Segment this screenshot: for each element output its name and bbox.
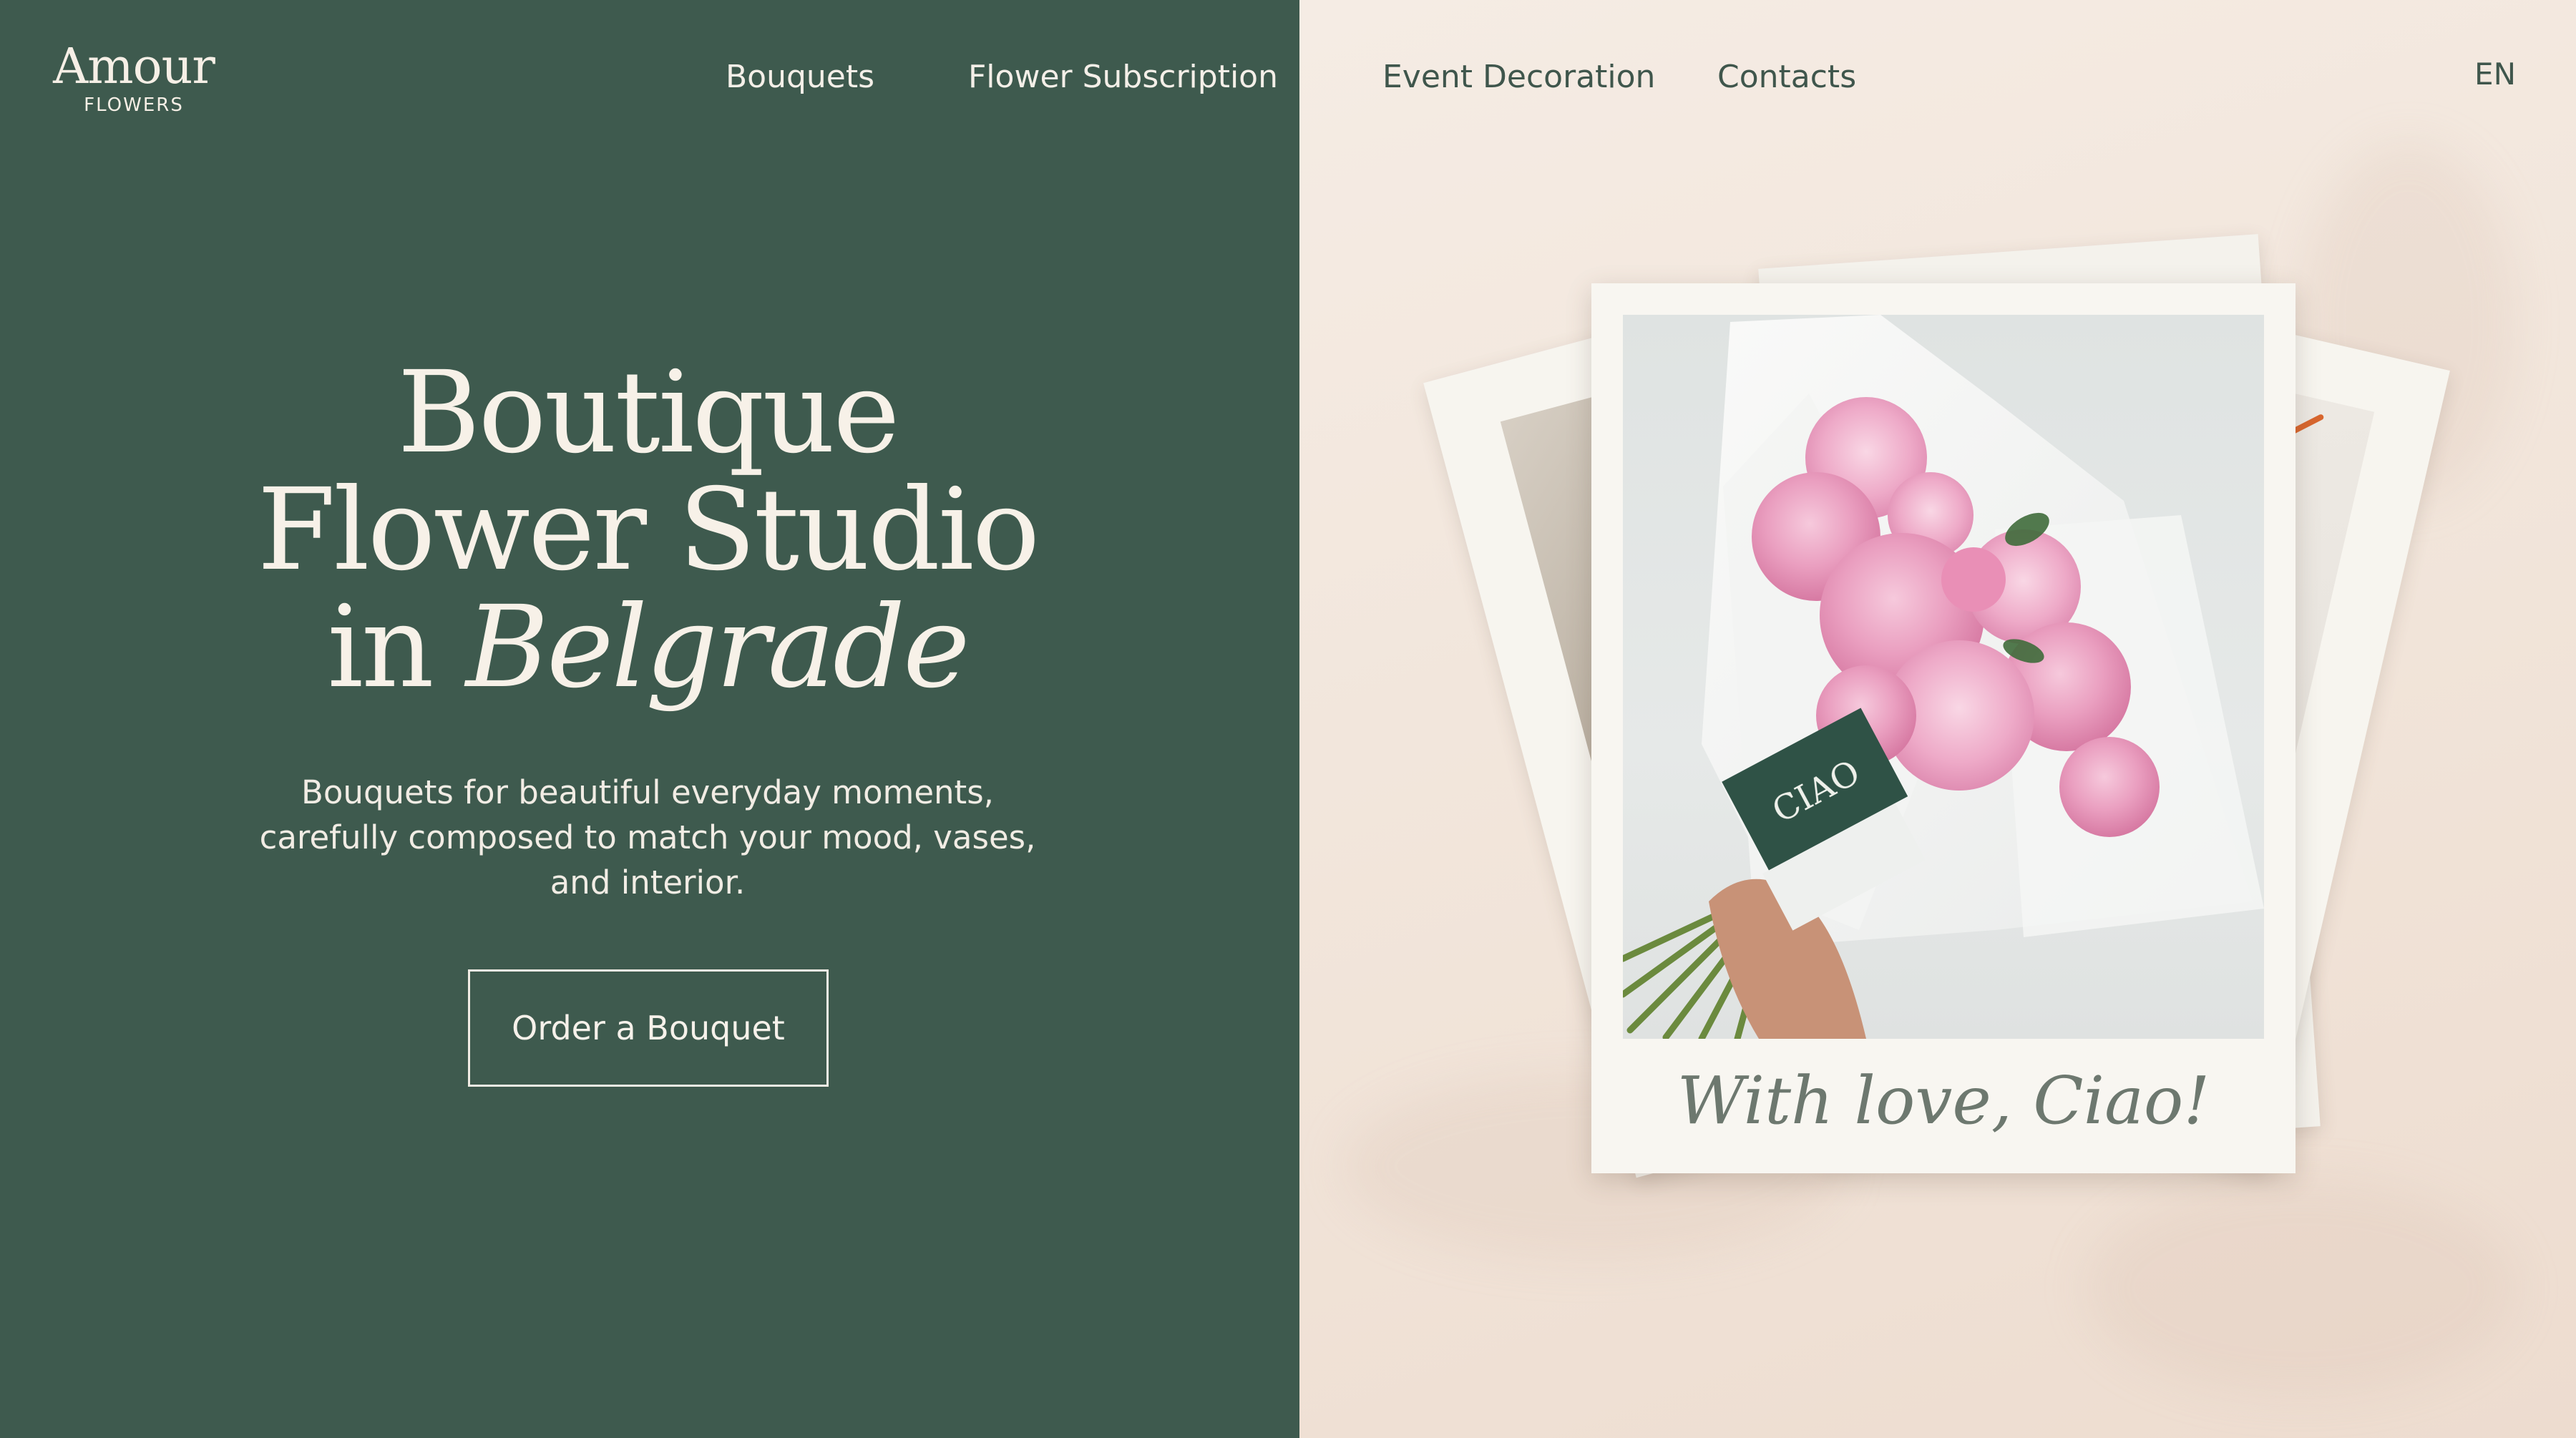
nav-link-bouquets[interactable]: Bouquets <box>726 56 874 99</box>
nav-link-flower-subscription[interactable]: Flower Subscription <box>968 56 1278 99</box>
logo-name: Amour <box>53 39 215 95</box>
polaroid-caption: With love, Ciao! <box>1677 1062 2210 1139</box>
hero-title-line-2: Flower Studio <box>257 464 1040 596</box>
nav-link-contacts[interactable]: Contacts <box>1717 56 1856 99</box>
peony-bouquet-photo: CIAO <box>1623 315 2264 1039</box>
hero-title-line-3: in Belgrade <box>215 589 1080 706</box>
polaroid-front: CIAO With love, Ciao! <box>1591 283 2296 1173</box>
hero-title-prefix: in <box>327 582 466 713</box>
order-bouquet-button[interactable]: Order a Bouquet <box>468 969 829 1087</box>
hero-title-city: Belgrade <box>465 582 970 713</box>
brand-logo[interactable]: Amour FLOWERS <box>52 39 216 117</box>
nav-link-event-decoration[interactable]: Event Decoration <box>1382 56 1655 99</box>
logo-tagline: FLOWERS <box>84 94 184 116</box>
language-switcher[interactable]: EN <box>2474 54 2516 94</box>
hero-subtitle: Bouquets for beautiful everyday moments,… <box>259 773 1036 901</box>
hero-title: Boutique Flower Studio in Belgrade <box>215 354 1080 706</box>
hero-title-line-1: Boutique <box>397 347 899 479</box>
hero-left-panel <box>0 0 1299 1438</box>
